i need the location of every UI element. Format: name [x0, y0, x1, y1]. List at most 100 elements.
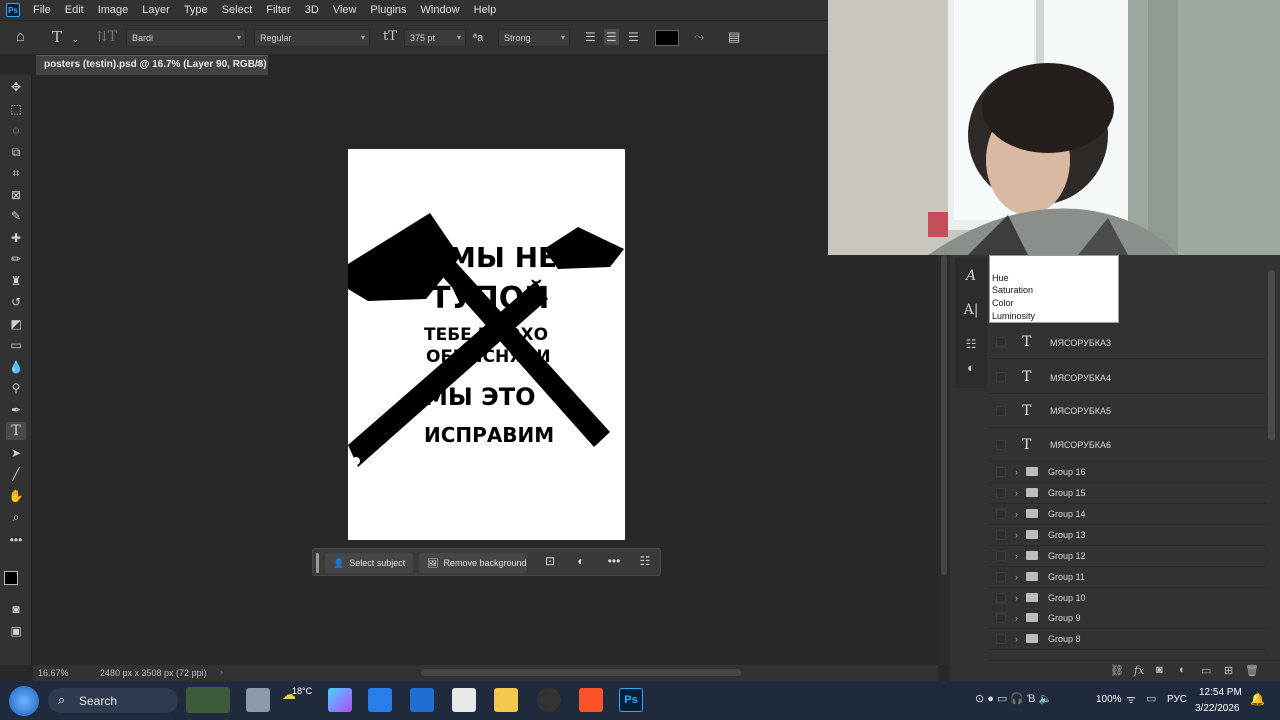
layer-row[interactable]: T МЯСОРУБКА6: [988, 428, 1266, 462]
adjustments-panel-icon[interactable]: ◐: [962, 360, 980, 378]
group-row[interactable]: › Group 8: [988, 629, 1266, 650]
menu-edit[interactable]: Edit: [58, 4, 91, 16]
clock-time[interactable]: 12:54 PM: [1199, 687, 1242, 698]
menu-select[interactable]: Select: [215, 4, 260, 16]
taskbar-search-box[interactable]: ⌕ Search: [48, 688, 178, 713]
expand-arrow-icon[interactable]: ›: [1015, 613, 1018, 623]
gradient-tool-icon[interactable]: ▭: [6, 336, 26, 354]
file-explorer-icon[interactable]: [246, 688, 270, 712]
chevron-right-icon[interactable]: ›: [220, 667, 223, 677]
widgets-image-icon[interactable]: [186, 687, 230, 713]
new-group-icon[interactable]: ▭: [1201, 664, 1211, 677]
layers-scrollbar-thumb[interactable]: [1268, 270, 1275, 440]
weather-widget[interactable]: ☁ 18°C: [282, 686, 312, 714]
settings-sliders-icon[interactable]: ☷: [636, 554, 654, 568]
layer-row[interactable]: T МЯСОРУБКА3: [988, 325, 1266, 359]
group-row[interactable]: › Group 11: [988, 567, 1266, 588]
link-layers-icon[interactable]: ⛓: [1110, 664, 1124, 677]
close-tab-icon[interactable]: ×: [256, 56, 262, 74]
align-center-icon[interactable]: ☰: [604, 29, 619, 45]
document-info[interactable]: 2480 px x 3508 px (72 ppi): [100, 668, 207, 678]
menu-help[interactable]: Help: [467, 4, 504, 16]
expand-arrow-icon[interactable]: ›: [1015, 509, 1018, 519]
horizontal-scrollbar-thumb[interactable]: [421, 669, 741, 676]
drag-handle[interactable]: [316, 553, 319, 573]
language-indicator[interactable]: РУС: [1167, 694, 1187, 705]
visibility-toggle[interactable]: [996, 613, 1006, 623]
group-row[interactable]: › Group 15: [988, 483, 1266, 504]
visibility-toggle[interactable]: [996, 372, 1006, 382]
obs-icon[interactable]: [537, 688, 561, 712]
expand-arrow-icon[interactable]: ›: [1015, 572, 1018, 582]
visibility-toggle[interactable]: [996, 406, 1006, 416]
home-icon[interactable]: ⌂: [16, 29, 25, 44]
paragraph-panel-icon[interactable]: A|: [962, 302, 980, 320]
remove-background-button[interactable]: 🖼 Remove background: [419, 553, 527, 573]
font-style-select[interactable]: Regular ▾: [254, 29, 370, 47]
expand-arrow-icon[interactable]: ›: [1015, 551, 1018, 561]
marquee-tool-icon[interactable]: ⬚: [6, 100, 26, 118]
font-family-select[interactable]: Bardi ▾: [126, 29, 246, 47]
pen-tool-icon[interactable]: ✒: [6, 401, 26, 419]
blend-option-saturation[interactable]: Saturation: [992, 285, 1033, 295]
copilot-icon[interactable]: [328, 688, 352, 712]
select-subject-button[interactable]: 👤 Select subject: [325, 553, 413, 573]
more-tools-icon[interactable]: •••: [6, 531, 26, 549]
layer-row[interactable]: T МЯСОРУБКА4: [988, 360, 1266, 394]
menu-image[interactable]: Image: [91, 4, 136, 16]
visibility-toggle[interactable]: [996, 551, 1006, 561]
battery-icon[interactable]: ▭: [1146, 692, 1156, 705]
group-row[interactable]: › Group 14: [988, 504, 1266, 525]
antialias-select[interactable]: Strong ▾: [498, 29, 570, 47]
layer-row[interactable]: T МЯСОРУБКА5: [988, 394, 1266, 428]
expand-arrow-icon[interactable]: ›: [1015, 488, 1018, 498]
clone-stamp-tool-icon[interactable]: ♜: [6, 272, 26, 290]
zoom-level[interactable]: 16.67%: [38, 668, 69, 678]
visibility-toggle[interactable]: [996, 509, 1006, 519]
object-selection-tool-icon[interactable]: ⧉: [6, 143, 26, 161]
brave-browser-icon[interactable]: [579, 688, 603, 712]
menu-view[interactable]: View: [326, 4, 364, 16]
warp-text-icon[interactable]: ⤳: [694, 30, 704, 44]
document-tab[interactable]: posters (testin).psd @ 16.7% (Layer 90, …: [36, 55, 268, 88]
start-button-icon[interactable]: [9, 686, 39, 716]
folder-icon[interactable]: [494, 688, 518, 712]
quick-mask-icon[interactable]: ◙: [6, 600, 26, 618]
notification-bell-icon[interactable]: 🔔: [1250, 692, 1265, 706]
visibility-toggle[interactable]: [996, 488, 1006, 498]
group-row[interactable]: › Group 9: [988, 608, 1266, 629]
eyedropper-tool-icon[interactable]: ✎: [6, 207, 26, 225]
properties-panel-icon[interactable]: ☷: [962, 337, 980, 355]
battery-level[interactable]: 100%: [1096, 694, 1122, 705]
blur-tool-icon[interactable]: 💧: [6, 358, 26, 376]
hand-tool-icon[interactable]: ✋: [6, 487, 26, 505]
character-panel-icon[interactable]: A: [962, 268, 980, 286]
layer-style-icon[interactable]: fx: [1134, 664, 1144, 677]
blend-mode-dropdown[interactable]: Hue Saturation Color Luminosity: [989, 255, 1119, 323]
app-icon[interactable]: [452, 688, 476, 712]
visibility-toggle[interactable]: [996, 440, 1006, 450]
visibility-toggle[interactable]: [996, 572, 1006, 582]
clock-date[interactable]: 3/22/2026: [1195, 703, 1240, 714]
visibility-toggle[interactable]: [996, 634, 1006, 644]
menu-layer[interactable]: Layer: [135, 4, 177, 16]
chevron-down-icon[interactable]: ⌄: [72, 33, 79, 47]
app-icon[interactable]: [368, 688, 392, 712]
blend-option-color[interactable]: Color: [992, 298, 1014, 308]
blend-option-hue[interactable]: Hue: [992, 273, 1009, 283]
menu-file[interactable]: File: [26, 4, 58, 16]
align-left-icon[interactable]: ☰: [585, 30, 596, 44]
delete-layer-icon[interactable]: 🗑: [1245, 664, 1259, 677]
more-options-icon[interactable]: •••: [605, 554, 623, 568]
group-row[interactable]: › Group 13: [988, 525, 1266, 546]
expand-arrow-icon[interactable]: ›: [1015, 593, 1018, 603]
healing-brush-tool-icon[interactable]: ✚: [6, 229, 26, 247]
transform-icon[interactable]: ⊡: [541, 554, 559, 568]
adjustment-layer-icon[interactable]: ◐: [1179, 664, 1186, 676]
add-mask-icon[interactable]: ◙: [1156, 664, 1163, 676]
blend-option-luminosity[interactable]: Luminosity: [992, 311, 1035, 321]
font-size-select[interactable]: 375 pt ▾: [404, 29, 466, 47]
menu-3d[interactable]: 3D: [298, 4, 326, 16]
eraser-tool-icon[interactable]: ◩: [6, 315, 26, 333]
visibility-toggle[interactable]: [996, 530, 1006, 540]
